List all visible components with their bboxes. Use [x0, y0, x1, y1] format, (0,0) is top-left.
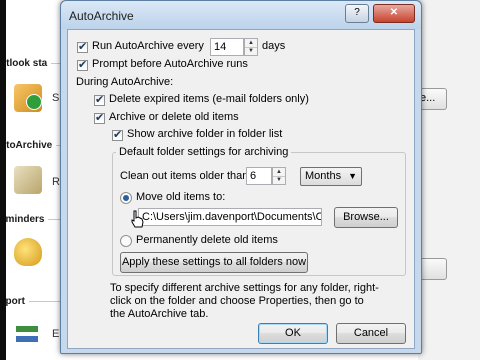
outlook-start-icon — [14, 84, 42, 112]
prompt-before-checkbox[interactable] — [77, 58, 88, 71]
permanently-delete-radio[interactable] — [120, 235, 132, 247]
dialog-title: AutoArchive — [69, 9, 134, 23]
run-autoarchive-label: Run AutoArchive every — [92, 40, 204, 52]
days-unit-label: days — [262, 40, 286, 52]
move-old-items-radio[interactable] — [120, 192, 132, 204]
ok-button[interactable]: OK — [258, 323, 328, 344]
close-icon: ✕ — [389, 7, 399, 18]
export-arrows-icon — [14, 320, 42, 348]
during-autoarchive-label: During AutoArchive: — [76, 76, 174, 88]
section-label-start: S — [52, 92, 60, 104]
autoarchive-dialog: AutoArchive ? ✕ Run AutoArchive every 14… — [60, 0, 422, 354]
autoarchive-days-input[interactable]: 14 — [210, 38, 244, 56]
close-button[interactable]: ✕ — [373, 4, 415, 23]
prompt-before-label: Prompt before AutoArchive runs — [92, 58, 248, 70]
autoarchive-icon — [14, 166, 42, 194]
clean-out-label: Clean out items older than — [120, 170, 249, 182]
period-value: Months — [305, 170, 342, 182]
archive-delete-checkbox[interactable] — [94, 111, 105, 124]
reminder-bell-icon — [14, 238, 42, 266]
period-select[interactable]: Months ▼ — [300, 167, 362, 186]
default-folder-settings-title: Default folder settings for archiving — [116, 146, 292, 158]
help-button[interactable]: ? — [345, 4, 369, 23]
mouse-cursor-icon — [131, 210, 144, 228]
autoarchive-days-spinner[interactable]: ▲ ▼ — [244, 38, 258, 56]
show-archive-folder-checkbox[interactable] — [112, 128, 123, 141]
run-autoarchive-checkbox[interactable] — [77, 40, 88, 53]
reminder-options-button[interactable] — [418, 258, 447, 280]
start-options-button[interactable]: e... — [418, 88, 447, 110]
apply-to-all-folders-button[interactable]: Apply these settings to all folders now — [120, 252, 308, 273]
options-right-panel — [418, 0, 480, 360]
delete-expired-label: Delete expired items (e-mail folders onl… — [109, 93, 309, 105]
archive-delete-label: Archive or delete old items — [109, 111, 239, 123]
dialog-titlebar[interactable]: AutoArchive ? ✕ — [61, 1, 421, 29]
section-heading-export: xport — [0, 296, 69, 307]
dialog-client-area: Run AutoArchive every 14 ▲ ▼ days Prompt… — [67, 29, 415, 349]
show-archive-folder-label: Show archive folder in folder list — [127, 128, 283, 140]
autoarchive-info-text: To specify different archive settings fo… — [110, 282, 379, 320]
browse-button[interactable]: Browse... — [334, 207, 398, 228]
section-label-export: E — [52, 328, 60, 340]
spin-down-icon[interactable]: ▼ — [245, 47, 257, 55]
section-label-autoarchive: R — [52, 176, 60, 188]
cancel-button[interactable]: Cancel — [336, 323, 406, 344]
clean-out-value-input[interactable]: 6 — [246, 167, 272, 185]
help-icon: ? — [354, 7, 360, 18]
video-left-border — [0, 0, 6, 360]
delete-expired-checkbox[interactable] — [94, 93, 105, 106]
permanently-delete-label: Permanently delete old items — [136, 234, 278, 246]
spin-down-icon[interactable]: ▼ — [273, 176, 285, 184]
chevron-down-icon: ▼ — [348, 171, 357, 181]
clean-out-spinner[interactable]: ▲ ▼ — [272, 167, 286, 185]
archive-path-input[interactable]: C:\Users\jim.davenport\Documents\Ou — [138, 208, 322, 226]
move-old-items-label: Move old items to: — [136, 191, 226, 203]
